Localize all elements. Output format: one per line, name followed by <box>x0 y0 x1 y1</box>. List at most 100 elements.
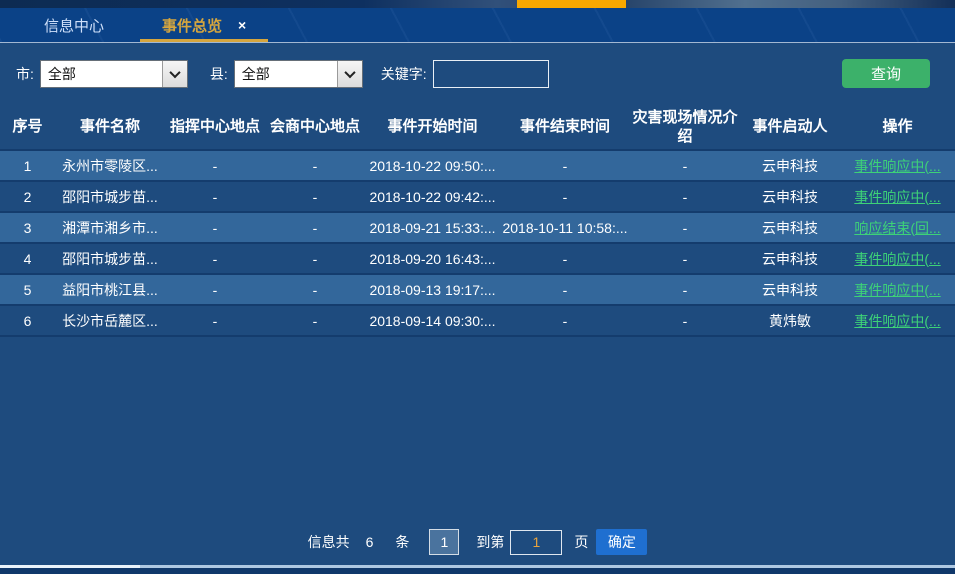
action-link[interactable]: 事件响应中(... <box>854 158 940 174</box>
tab-event-overview[interactable]: 事件总览 × <box>138 8 270 42</box>
page-unit-label: 页 <box>574 532 588 552</box>
cell-seq: 2 <box>0 181 55 212</box>
cell-seq: 1 <box>0 150 55 181</box>
cell-command-center: - <box>165 212 265 243</box>
cell-starter: 云申科技 <box>740 150 840 181</box>
tab-bar: 信息中心 事件总览 × <box>0 8 955 43</box>
cell-intro: - <box>630 305 740 336</box>
cell-command-center: - <box>165 181 265 212</box>
action-link[interactable]: 响应结束(回... <box>854 220 940 236</box>
cell-command-center: - <box>165 305 265 336</box>
county-label: 县: <box>210 64 228 84</box>
cell-start-time: 2018-09-21 15:33:... <box>365 212 500 243</box>
goto-page-input[interactable] <box>510 530 562 555</box>
header-disaster-intro: 灾害现场情况介绍 <box>630 106 740 150</box>
query-button[interactable]: 查询 <box>842 59 930 88</box>
cell-intro: - <box>630 212 740 243</box>
cell-command-center: - <box>165 274 265 305</box>
city-select[interactable]: 全部 <box>40 60 188 88</box>
cell-start-time: 2018-10-22 09:50:... <box>365 150 500 181</box>
keyword-label: 关键字: <box>381 64 427 84</box>
county-select-value: 全部 <box>235 61 337 87</box>
table-row: 4 邵阳市城步苗... - - 2018-09-20 16:43:... - -… <box>0 243 955 274</box>
cell-meeting-center: - <box>265 305 365 336</box>
cell-seq: 5 <box>0 274 55 305</box>
header-event-name: 事件名称 <box>55 106 165 150</box>
header-starter: 事件启动人 <box>740 106 840 150</box>
table-row: 1 永州市零陵区... - - 2018-10-22 09:50:... - -… <box>0 150 955 181</box>
cell-seq: 3 <box>0 212 55 243</box>
cell-seq: 4 <box>0 243 55 274</box>
cell-intro: - <box>630 181 740 212</box>
cell-meeting-center: - <box>265 243 365 274</box>
header-command-center: 指挥中心地点 <box>165 106 265 150</box>
table-row: 5 益阳市桃江县... - - 2018-09-13 19:17:... - -… <box>0 274 955 305</box>
action-link[interactable]: 事件响应中(... <box>854 251 940 267</box>
cell-event-name: 益阳市桃江县... <box>55 274 165 305</box>
cell-starter: 云申科技 <box>740 243 840 274</box>
cell-start-time: 2018-10-22 09:42:... <box>365 181 500 212</box>
cell-end-time: - <box>500 243 630 274</box>
close-icon[interactable]: × <box>238 18 246 32</box>
action-link[interactable]: 事件响应中(... <box>854 282 940 298</box>
cell-starter: 云申科技 <box>740 212 840 243</box>
pagination-total-prefix: 信息共 <box>308 532 350 552</box>
header-seq: 序号 <box>0 106 55 150</box>
cell-event-name: 邵阳市城步苗... <box>55 181 165 212</box>
cell-end-time: - <box>500 181 630 212</box>
tab-info-center-label: 信息中心 <box>44 15 104 36</box>
cell-command-center: - <box>165 150 265 181</box>
cell-start-time: 2018-09-13 19:17:... <box>365 274 500 305</box>
action-link[interactable]: 事件响应中(... <box>854 189 940 205</box>
county-select[interactable]: 全部 <box>234 60 363 88</box>
action-link[interactable]: 事件响应中(... <box>854 313 940 329</box>
cell-command-center: - <box>165 243 265 274</box>
event-overview-panel: 市: 全部 县: 全部 关键字: 查询 序号 事件名称 指挥中心地点 会商中心地… <box>0 43 955 565</box>
header-operation: 操作 <box>840 106 955 150</box>
cell-end-time: - <box>500 274 630 305</box>
cell-start-time: 2018-09-20 16:43:... <box>365 243 500 274</box>
header-meeting-center: 会商中心地点 <box>265 106 365 150</box>
goto-page-label: 到第 <box>476 532 504 552</box>
cell-starter: 云申科技 <box>740 181 840 212</box>
table-row: 2 邵阳市城步苗... - - 2018-10-22 09:42:... - -… <box>0 181 955 212</box>
cell-seq: 6 <box>0 305 55 336</box>
tab-info-center[interactable]: 信息中心 <box>10 8 138 42</box>
cell-starter: 黄炜敏 <box>740 305 840 336</box>
cell-meeting-center: - <box>265 212 365 243</box>
page-number-button[interactable]: 1 <box>429 529 459 555</box>
active-tab-underline <box>140 39 268 42</box>
events-table: 序号 事件名称 指挥中心地点 会商中心地点 事件开始时间 事件结束时间 灾害现场… <box>0 106 955 337</box>
cell-meeting-center: - <box>265 274 365 305</box>
cell-meeting-center: - <box>265 150 365 181</box>
cell-meeting-center: - <box>265 181 365 212</box>
cell-event-name: 邵阳市城步苗... <box>55 243 165 274</box>
cell-end-time: - <box>500 305 630 336</box>
cell-event-name: 永州市零陵区... <box>55 150 165 181</box>
cell-event-name: 长沙市岳麓区... <box>55 305 165 336</box>
chevron-down-icon[interactable] <box>162 61 187 87</box>
header-start-time: 事件开始时间 <box>365 106 500 150</box>
confirm-button[interactable]: 确定 <box>596 529 647 555</box>
keyword-input[interactable] <box>433 60 549 88</box>
city-select-value: 全部 <box>41 61 162 87</box>
cell-intro: - <box>630 150 740 181</box>
cell-intro: - <box>630 243 740 274</box>
header-end-time: 事件结束时间 <box>500 106 630 150</box>
top-window-strip <box>0 0 955 8</box>
top-orange-bar <box>517 0 626 8</box>
cell-end-time: - <box>500 150 630 181</box>
bottom-window-strip <box>0 565 955 574</box>
pagination-total-count: 6 <box>366 534 374 550</box>
table-row: 6 长沙市岳麓区... - - 2018-09-14 09:30:... - -… <box>0 305 955 336</box>
pagination-bar: 信息共 6 条 1 到第 页 确定 <box>0 529 955 565</box>
horizontal-scrollbar-thumb[interactable] <box>0 565 140 568</box>
cell-start-time: 2018-09-14 09:30:... <box>365 305 500 336</box>
cell-starter: 云申科技 <box>740 274 840 305</box>
cell-intro: - <box>630 274 740 305</box>
pagination-total-unit: 条 <box>395 532 409 552</box>
cell-event-name: 湘潭市湘乡市... <box>55 212 165 243</box>
chevron-down-icon[interactable] <box>337 61 362 87</box>
cell-end-time: 2018-10-11 10:58:... <box>500 212 630 243</box>
table-row: 3 湘潭市湘乡市... - - 2018-09-21 15:33:... 201… <box>0 212 955 243</box>
